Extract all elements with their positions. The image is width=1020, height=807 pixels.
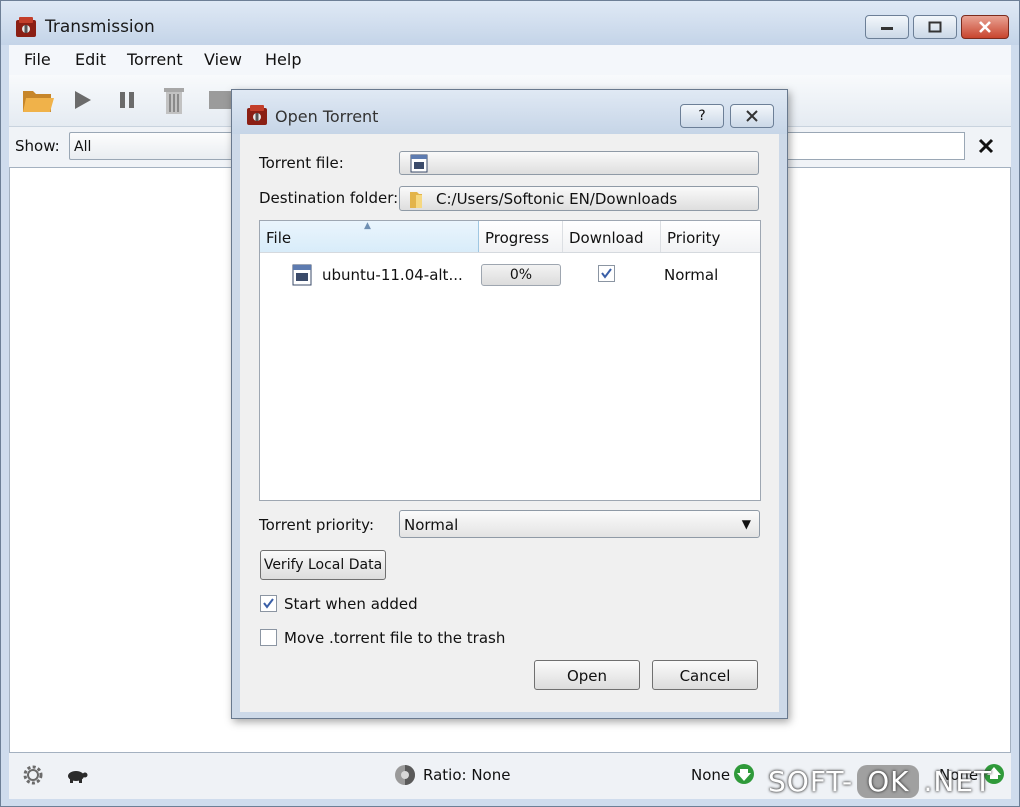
destination-folder-value: C:/Users/Softonic EN/Downloads xyxy=(436,190,678,208)
download-arrow-icon xyxy=(734,764,754,784)
watermark-part: .NET xyxy=(923,764,993,798)
file-priority[interactable]: Normal xyxy=(664,266,718,284)
show-label: Show: xyxy=(15,137,60,155)
column-file-label: File xyxy=(266,229,292,247)
column-priority[interactable]: Priority xyxy=(661,221,760,252)
start-when-added-label[interactable]: Start when added xyxy=(284,595,418,613)
column-progress[interactable]: Progress xyxy=(479,221,563,252)
open-button[interactable]: Open xyxy=(534,660,640,690)
move-to-trash-label[interactable]: Move .torrent file to the trash xyxy=(284,629,505,647)
file-progress: 0% xyxy=(481,264,561,286)
torrent-file-label: Torrent file: xyxy=(259,154,344,172)
open-torrent-button[interactable] xyxy=(21,83,55,117)
turtle-icon[interactable] xyxy=(65,765,89,785)
watermark: SOFT- OK .NET xyxy=(768,760,992,802)
menu-torrent[interactable]: Torrent xyxy=(127,50,183,69)
dialog-title-bar: Open Torrent ? xyxy=(232,90,787,134)
table-header: ▲ File Progress Download Priority xyxy=(260,221,760,253)
ratio-label: Ratio: None xyxy=(423,766,511,784)
open-folder-icon xyxy=(23,91,54,112)
menu-help[interactable]: Help xyxy=(265,50,301,69)
column-file[interactable]: ▲ File xyxy=(260,221,479,252)
close-icon xyxy=(746,110,758,122)
chevron-down-icon: ▼ xyxy=(741,517,751,531)
verify-local-data-button[interactable]: Verify Local Data xyxy=(260,550,386,580)
column-download[interactable]: Download xyxy=(563,221,661,252)
torrent-file-icon xyxy=(410,154,428,173)
filter-search-input[interactable] xyxy=(787,132,965,160)
start-play-icon xyxy=(75,91,91,109)
help-button[interactable]: ? xyxy=(680,104,724,128)
destination-folder-chooser[interactable]: C:/Users/Softonic EN/Downloads xyxy=(399,186,759,211)
dialog-body: Torrent file: Destination folder: C:/Use… xyxy=(240,134,779,712)
move-to-trash-checkbox[interactable] xyxy=(260,629,277,646)
pause-icon xyxy=(120,92,134,108)
destination-folder-label: Destination folder: xyxy=(259,189,399,207)
file-download-checkbox[interactable] xyxy=(598,265,615,282)
folder-icon xyxy=(410,192,422,208)
checkmark-icon xyxy=(601,268,612,279)
clear-filter-button[interactable] xyxy=(973,133,999,159)
menu-view[interactable]: View xyxy=(204,50,242,69)
watermark-part: SOFT- xyxy=(768,764,854,798)
torrent-priority-value: Normal xyxy=(404,516,459,534)
dialog-close-button[interactable] xyxy=(730,104,774,128)
cancel-button[interactable]: Cancel xyxy=(652,660,758,690)
file-table: ▲ File Progress Download Priority ubuntu… xyxy=(259,220,761,501)
pause-button[interactable] xyxy=(110,83,144,117)
ratio-icon[interactable] xyxy=(393,763,417,787)
transmission-app-icon xyxy=(247,105,267,125)
download-speed-label: None xyxy=(691,766,731,784)
close-icon xyxy=(978,138,994,154)
start-button[interactable] xyxy=(65,83,99,117)
title-bar: Transmission xyxy=(1,1,1019,45)
window-title: Transmission xyxy=(45,17,155,37)
dialog-title: Open Torrent xyxy=(275,107,379,126)
minimize-icon xyxy=(881,27,893,30)
remove-button[interactable] xyxy=(157,83,191,117)
start-when-added-checkbox[interactable] xyxy=(260,595,277,612)
checkmark-icon xyxy=(263,598,274,609)
table-row[interactable]: ubuntu-11.04-alt... 0% Normal xyxy=(260,254,760,292)
close-icon xyxy=(979,21,991,33)
minimize-button[interactable] xyxy=(865,15,909,39)
maximize-icon xyxy=(928,21,942,33)
torrent-file-chooser[interactable] xyxy=(399,151,759,175)
watermark-part: OK xyxy=(857,764,920,798)
torrent-file-icon xyxy=(292,264,312,286)
menu-bar: File Edit Torrent View Help xyxy=(9,45,1011,75)
maximize-button[interactable] xyxy=(913,15,957,39)
remove-icon xyxy=(164,88,184,114)
file-name: ubuntu-11.04-alt... xyxy=(322,266,463,284)
show-filter-select[interactable]: All xyxy=(69,132,239,160)
sort-ascending-icon: ▲ xyxy=(364,221,371,231)
torrent-priority-label: Torrent priority: xyxy=(259,516,375,534)
menu-edit[interactable]: Edit xyxy=(75,50,106,69)
transmission-app-icon xyxy=(16,17,36,37)
open-torrent-dialog: Open Torrent ? Torrent file: Destination… xyxy=(231,89,788,719)
close-button[interactable] xyxy=(961,15,1009,39)
gear-icon[interactable] xyxy=(21,763,45,787)
menu-file[interactable]: File xyxy=(24,50,51,69)
torrent-priority-select[interactable]: Normal ▼ xyxy=(399,510,760,538)
